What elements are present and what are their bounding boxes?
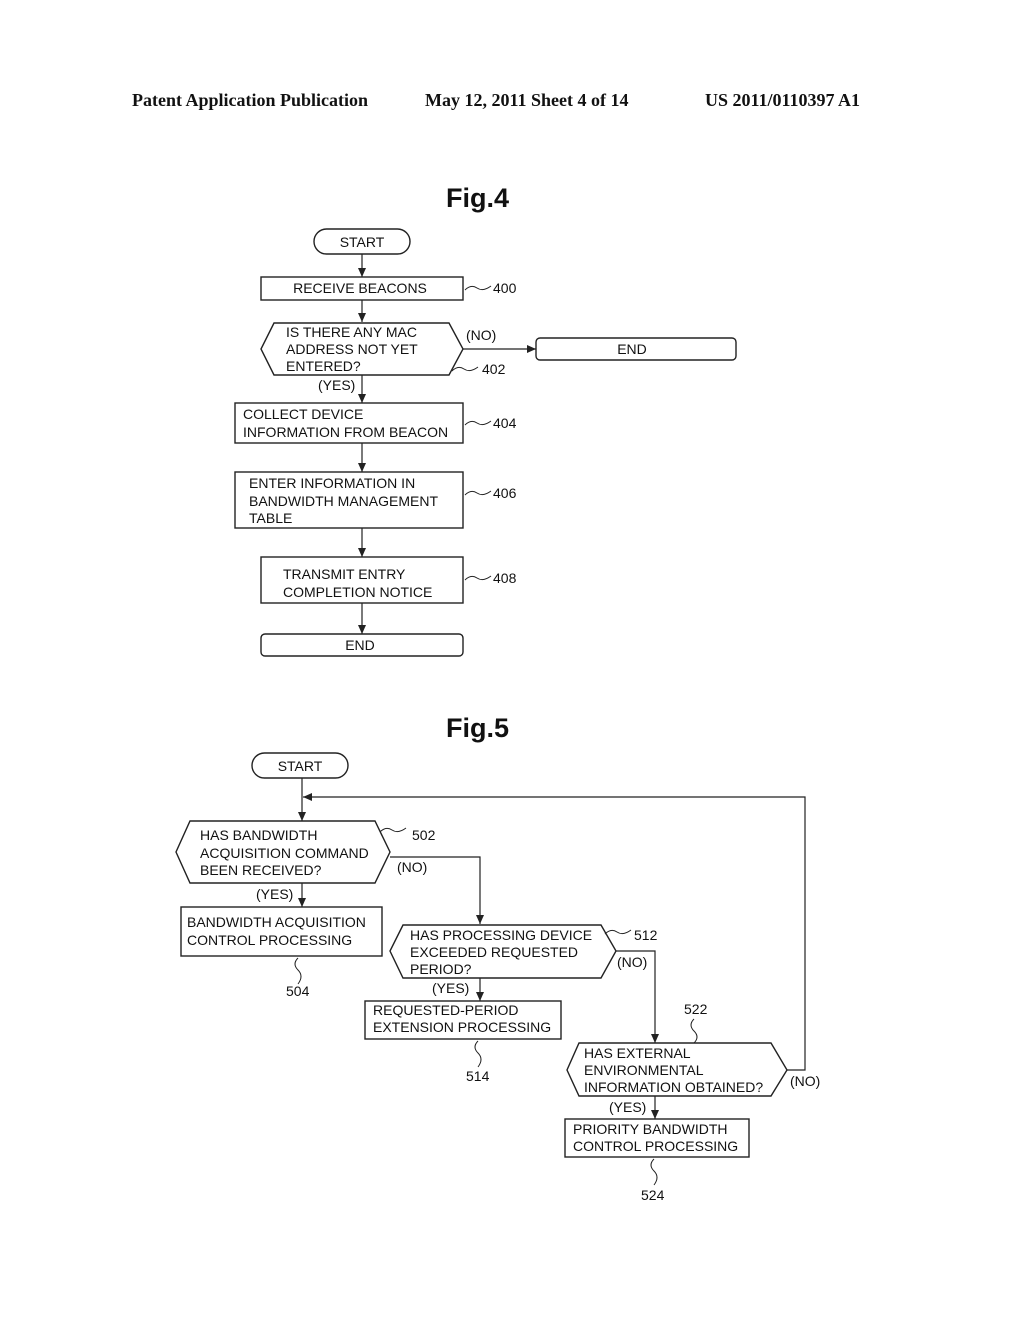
bw-cmd-line: BEEN RECEIVED?: [200, 862, 322, 878]
env-line: HAS EXTERNAL: [584, 1045, 691, 1061]
ref-406: 406: [493, 485, 517, 501]
collect-info-line: COLLECT DEVICE: [243, 406, 363, 422]
ref-524: 524: [641, 1187, 665, 1203]
fig5-priority-process-box: PRIORITY BANDWIDTH CONTROL PROCESSING: [564, 1118, 750, 1158]
bw-cmd-yes-label: (YES): [256, 886, 293, 902]
bw-cmd-line: ACQUISITION COMMAND: [200, 845, 369, 861]
period-no-label: (NO): [617, 954, 647, 970]
ref-402: 402: [482, 361, 506, 377]
flowcharts: START RECEIVE BEACONS 400 IS THERE ANY M…: [175, 228, 820, 1203]
env-line: INFORMATION OBTAINED?: [584, 1079, 763, 1095]
ref-404: 404: [493, 415, 517, 431]
period-line: EXCEEDED REQUESTED: [410, 944, 578, 960]
ref-leader: [650, 1158, 658, 1186]
priority-line: CONTROL PROCESSING: [573, 1138, 738, 1154]
fig4-transmit-notice-box: TRANSMIT ENTRY COMPLETION NOTICE: [260, 556, 464, 604]
fig5-start-label: START: [278, 758, 323, 774]
enter-info-line: BANDWIDTH MANAGEMENT: [249, 493, 438, 509]
env-no-label: (NO): [790, 1073, 820, 1089]
bw-acq-line: CONTROL PROCESSING: [187, 932, 352, 948]
enter-info-line: TABLE: [249, 510, 292, 526]
fig4-receive-beacons-box: RECEIVE BEACONS: [260, 276, 464, 301]
enter-info-line: ENTER INFORMATION IN: [249, 475, 415, 491]
fig5-period-ext-process-box: REQUESTED-PERIOD EXTENSION PROCESSING: [364, 1000, 562, 1040]
fig5-bw-acq-process-box: BANDWIDTH ACQUISITION CONTROL PROCESSING: [180, 906, 383, 957]
fig4-end-terminal: END: [260, 633, 464, 657]
mac-no-label: (NO): [466, 327, 496, 343]
fig5-period-decision: HAS PROCESSING DEVICE EXCEEDED REQUESTED…: [389, 924, 617, 979]
mac-yes-label: (YES): [318, 377, 355, 393]
env-line: ENVIRONMENTAL: [584, 1062, 704, 1078]
ref-502: 502: [412, 827, 436, 843]
transmit-notice-line: COMPLETION NOTICE: [283, 584, 432, 600]
fig4-start-terminal: START: [313, 228, 411, 255]
ref-leader: [379, 827, 407, 833]
priority-line: PRIORITY BANDWIDTH: [573, 1121, 728, 1137]
mac-decision-line: IS THERE ANY MAC: [286, 324, 417, 340]
period-ext-line: EXTENSION PROCESSING: [373, 1019, 551, 1035]
fig4-collect-info-box: COLLECT DEVICE INFORMATION FROM BEACON: [234, 402, 464, 444]
period-yes-label: (YES): [432, 980, 469, 996]
ref-408: 408: [493, 570, 517, 586]
transmit-notice-line: TRANSMIT ENTRY: [283, 566, 406, 582]
fig4-enter-info-box: ENTER INFORMATION IN BANDWIDTH MANAGEMEN…: [234, 471, 464, 529]
ref-522: 522: [684, 1001, 708, 1017]
ref-leader: [464, 490, 492, 496]
bw-cmd-line: HAS BANDWIDTH: [200, 827, 317, 843]
end-label: END: [345, 637, 375, 653]
fig4-start-label: START: [340, 234, 385, 250]
ref-leader: [294, 957, 302, 985]
fig5-start-terminal: START: [251, 752, 349, 779]
period-ext-line: REQUESTED-PERIOD: [373, 1002, 518, 1018]
ref-514: 514: [466, 1068, 490, 1084]
ref-leader: [451, 366, 479, 372]
ref-leader: [464, 575, 492, 581]
bw-cmd-no-label: (NO): [397, 859, 427, 875]
ref-512: 512: [634, 927, 658, 943]
fig5-env-decision: HAS EXTERNAL ENVIRONMENTAL INFORMATION O…: [566, 1042, 788, 1097]
period-line: PERIOD?: [410, 961, 472, 977]
ref-504: 504: [286, 983, 310, 999]
ref-leader: [464, 285, 492, 291]
ref-400: 400: [493, 280, 517, 296]
period-line: HAS PROCESSING DEVICE: [410, 927, 592, 943]
receive-beacons-label: RECEIVE BEACONS: [293, 280, 427, 296]
end-no-label: END: [617, 341, 647, 357]
mac-decision-line: ADDRESS NOT YET: [286, 341, 418, 357]
fig4-mac-decision: IS THERE ANY MAC ADDRESS NOT YET ENTERED…: [260, 322, 464, 376]
fig5-bw-cmd-decision: HAS BANDWIDTH ACQUISITION COMMAND BEEN R…: [175, 820, 391, 884]
ref-leader: [604, 929, 632, 935]
fig4-end-no-terminal: END: [535, 337, 737, 361]
env-yes-label: (YES): [609, 1099, 646, 1115]
bw-acq-line: BANDWIDTH ACQUISITION: [187, 914, 366, 930]
collect-info-line: INFORMATION FROM BEACON: [243, 424, 448, 440]
ref-leader: [690, 1018, 698, 1044]
ref-leader: [474, 1040, 482, 1068]
mac-decision-line: ENTERED?: [286, 358, 361, 374]
ref-leader: [464, 420, 492, 426]
